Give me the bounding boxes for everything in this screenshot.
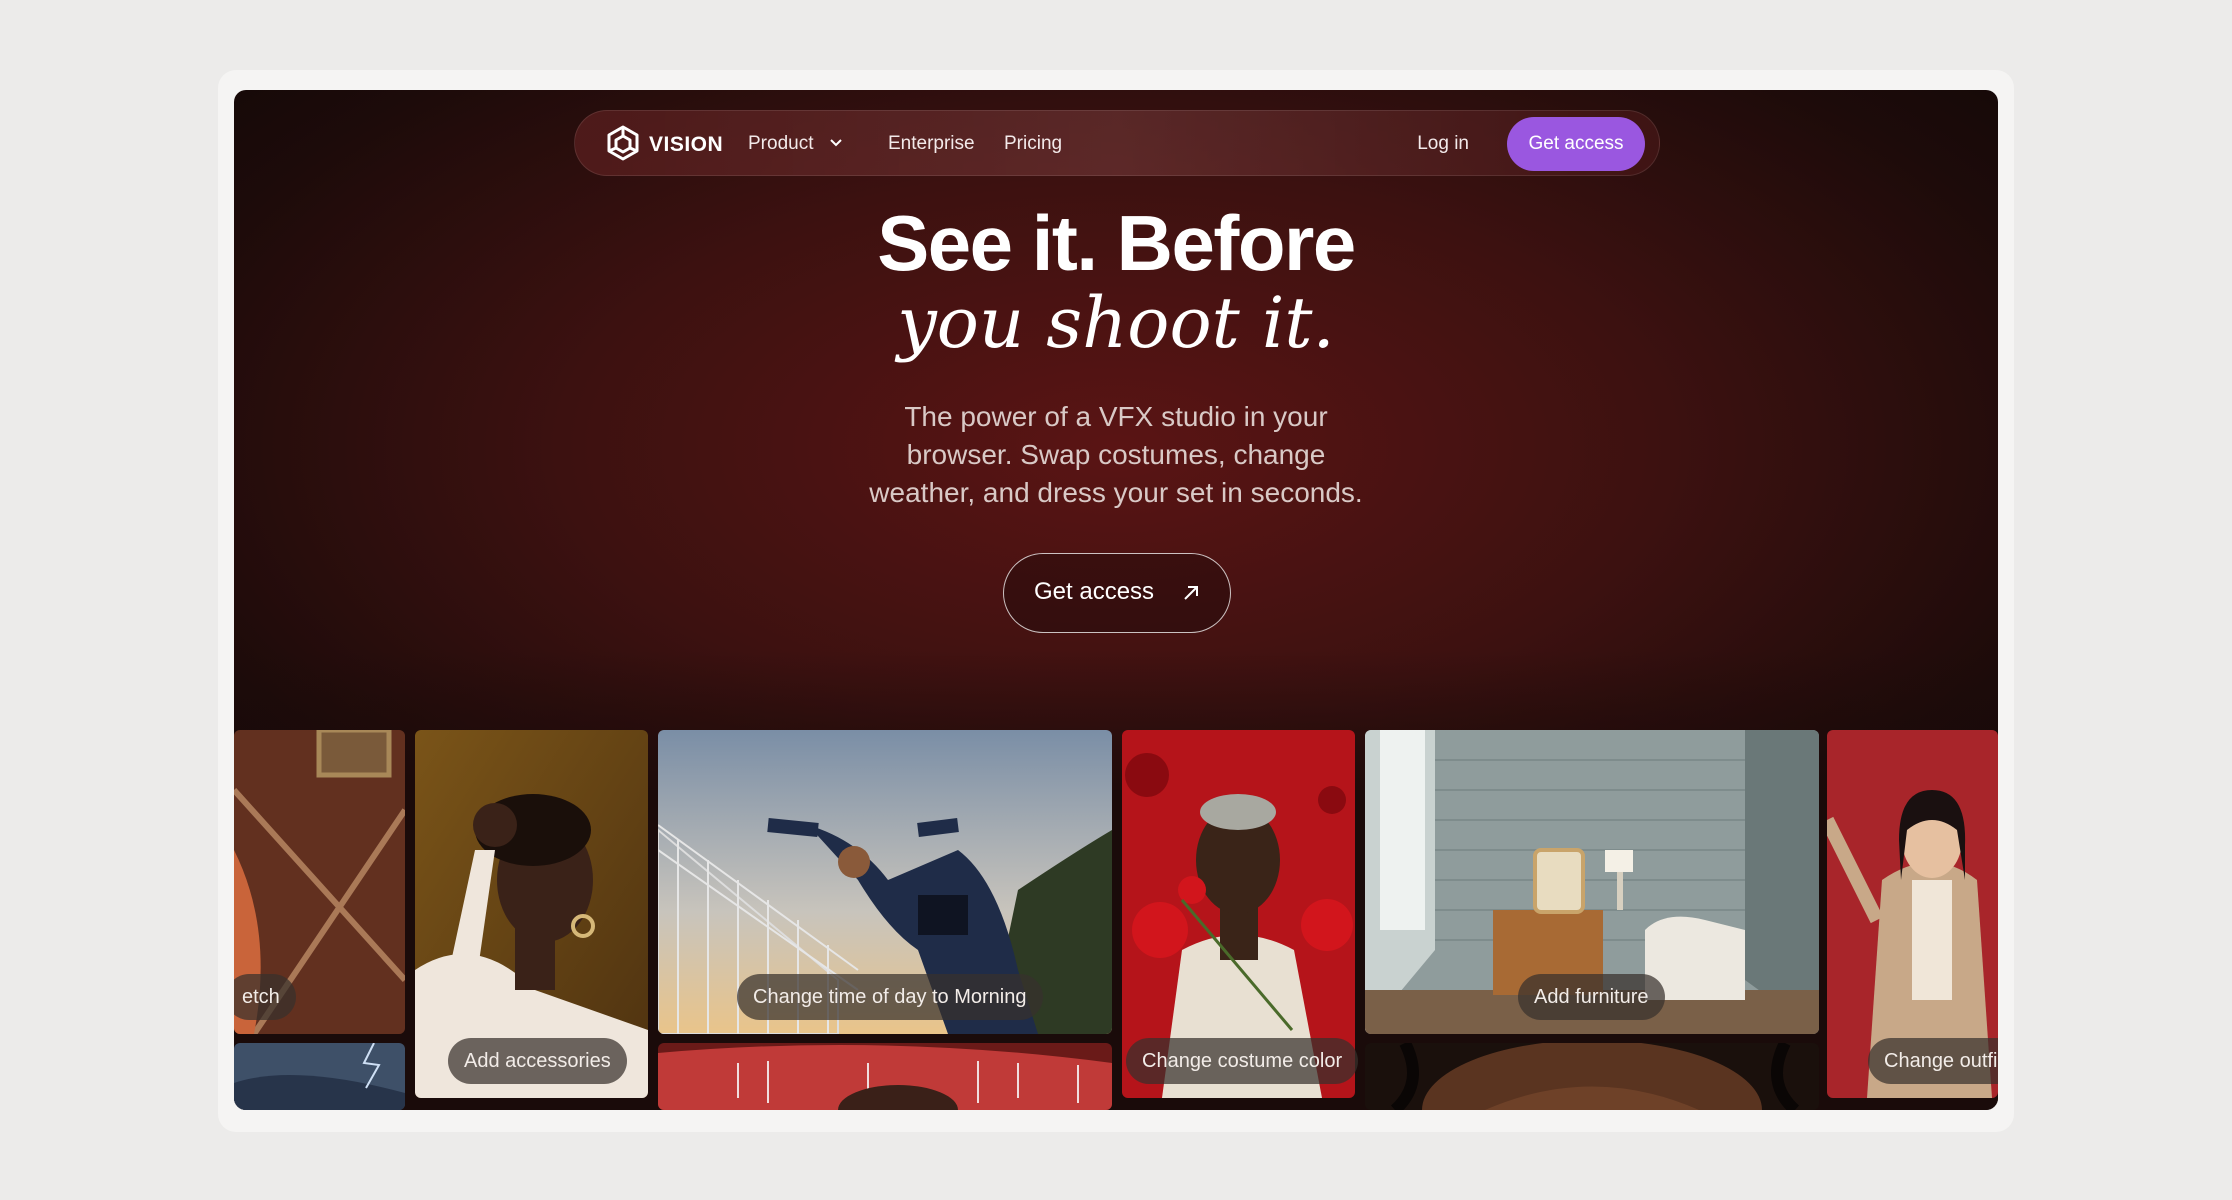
chip-add-accessories: Add accessories: [448, 1038, 627, 1084]
chip-change-time-of-day: Change time of day to Morning: [737, 974, 1043, 1020]
gallery-tile-closeup[interactable]: [1365, 1043, 1819, 1110]
arrow-up-right-icon: [1184, 586, 1198, 600]
hero-description: The power of a VFX studio in your browse…: [869, 401, 1363, 508]
gallery-tile-red-hat[interactable]: [658, 1043, 1112, 1110]
hero-title: See it. Before: [877, 199, 1356, 287]
brand-name[interactable]: VISION: [649, 133, 723, 157]
chevron-down-icon[interactable]: [829, 138, 843, 148]
example-gallery: etch Add accessories Change time of day …: [234, 730, 1998, 1110]
gallery-tile-storm[interactable]: [234, 1043, 405, 1110]
hero-title-italic: you shoot it.: [897, 282, 1335, 364]
chip-add-furniture: Add furniture: [1518, 974, 1665, 1020]
login-link[interactable]: Log in: [1417, 133, 1469, 155]
hero-cta-label: Get access: [1034, 578, 1155, 605]
nav-get-access-button[interactable]: Get access: [1507, 117, 1645, 171]
landing-page: VISION Product Enterprise Pricing Log in…: [234, 90, 1998, 1110]
vision-logo-icon[interactable]: [603, 124, 643, 164]
nav-enterprise[interactable]: Enterprise: [888, 133, 975, 155]
top-navbar: VISION Product Enterprise Pricing Log in…: [574, 110, 1660, 176]
chip-change-costume-color: Change costume color: [1126, 1038, 1359, 1084]
chip-change-outfit: Change outfi: [1868, 1038, 1998, 1084]
nav-product[interactable]: Product: [748, 133, 813, 155]
hero-get-access-button[interactable]: Get access: [1003, 553, 1231, 633]
nav-pricing[interactable]: Pricing: [1004, 133, 1062, 155]
chip-sketch: etch: [234, 974, 296, 1020]
